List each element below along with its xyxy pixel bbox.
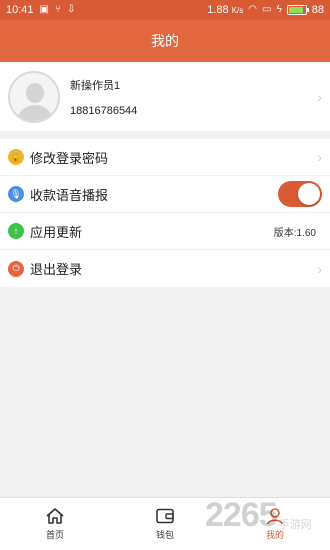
menu-item-label: 应用更新 xyxy=(30,224,83,240)
app-version: 版本:1.60 xyxy=(273,227,316,239)
menu-item-label: 修改登录密码 xyxy=(30,150,109,166)
status-time: 10:41 xyxy=(6,4,34,16)
watermark-number: 2265 xyxy=(205,496,278,534)
microphone-icon: 🎙 xyxy=(8,186,24,202)
menu-item-label: 收款语音播报 xyxy=(30,187,109,203)
watermark-text: 手游网 xyxy=(278,519,312,531)
battery-icon xyxy=(286,5,309,15)
page-title: 我的 xyxy=(151,33,179,49)
voice-broadcast-toggle[interactable] xyxy=(278,181,322,207)
menu-item-app-update[interactable]: ↑ 应用更新 版本:1.60 xyxy=(0,213,330,250)
network-speed: 1.88 K/s xyxy=(207,4,244,16)
operator-phone: 18816786544 xyxy=(70,104,138,117)
wallet-icon xyxy=(156,508,174,524)
chevron-right-icon: › xyxy=(317,260,322,277)
tab-label: 钱包 xyxy=(155,530,174,540)
sim-icon: ▭ xyxy=(262,4,272,15)
power-icon: ⏻ xyxy=(8,260,24,277)
avatar xyxy=(8,70,60,123)
home-icon xyxy=(46,508,64,524)
image-icon: ▣ xyxy=(39,4,49,15)
charging-icon: ϟ xyxy=(276,4,282,15)
status-bar: 10:41 ▣ ⑂ ⇩ 1.88 K/s ◠ ▭ ϟ 88 xyxy=(0,0,330,20)
menu-item-label: 退出登录 xyxy=(30,262,83,277)
menu-item-logout[interactable]: ⏻ 退出登录 › xyxy=(0,250,330,287)
lock-icon: 🔒 xyxy=(8,149,24,165)
usb-icon: ⑂ xyxy=(54,4,61,15)
tab-label: 首页 xyxy=(45,530,64,540)
menu-item-voice-broadcast: 🎙 收款语音播报 xyxy=(0,176,330,213)
tab-home[interactable]: 首页 xyxy=(0,498,110,550)
site-watermark: 2265 手游网 xyxy=(205,498,312,532)
menu-item-change-password[interactable]: 🔒 修改登录密码 › xyxy=(0,139,330,176)
settings-menu: 🔒 修改登录密码 › 🎙 收款语音播报 ↑ 应用更新 版本:1.60 ⏻ 退出登… xyxy=(0,139,330,287)
tab-wallet[interactable]: 钱包 xyxy=(110,498,220,550)
toggle-knob xyxy=(298,183,320,205)
title-bar: 我的 xyxy=(0,20,330,62)
battery-percent: 88 xyxy=(311,4,324,16)
chevron-right-icon: › xyxy=(317,88,322,105)
chevron-right-icon: › xyxy=(317,149,322,165)
upload-icon: ↑ xyxy=(8,223,24,239)
operator-name: 新操作员1 xyxy=(70,79,121,92)
download-icon: ⇩ xyxy=(66,4,76,15)
profile-card[interactable]: 新操作员1 18816786544 › xyxy=(0,62,330,131)
wifi-icon: ◠ xyxy=(248,4,257,15)
